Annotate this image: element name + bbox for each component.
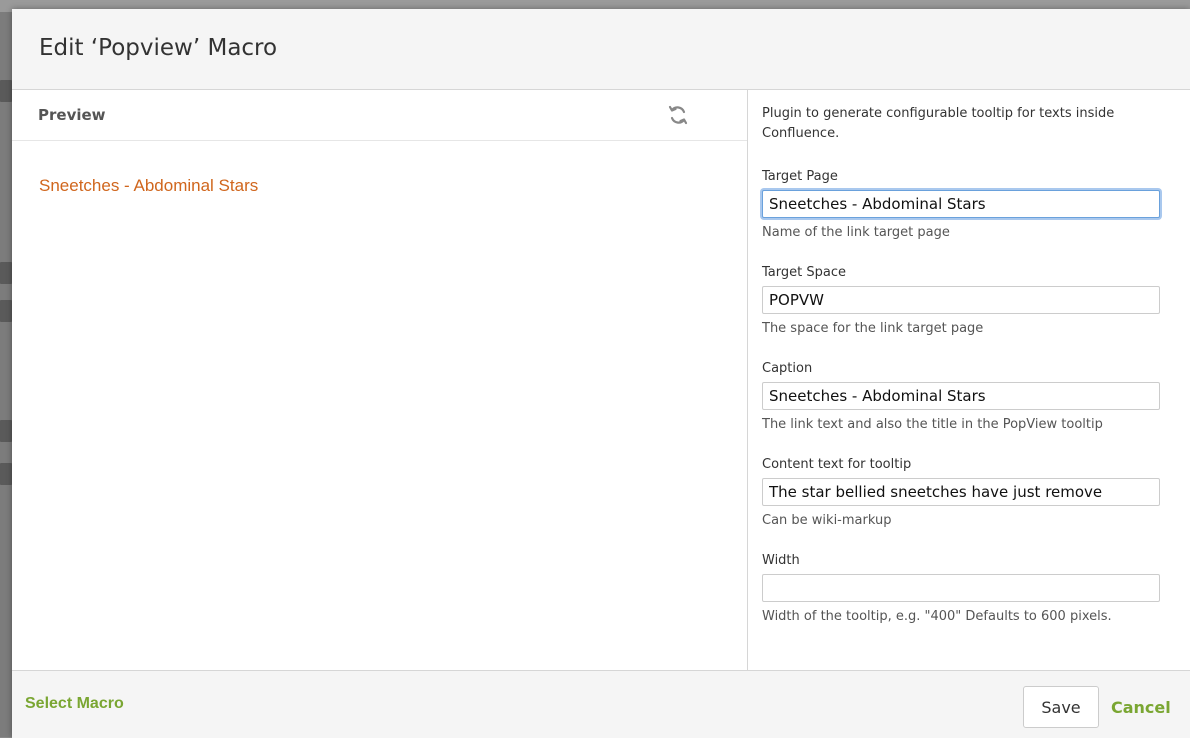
width-input[interactable] <box>762 574 1160 602</box>
target-space-param: Target Space The space for the link targ… <box>762 264 1162 338</box>
cancel-link[interactable]: Cancel <box>1111 698 1171 717</box>
target-page-label: Target Page <box>762 169 838 184</box>
preview-header: Preview <box>12 90 747 141</box>
parameters-pane: Plugin to generate configurable tooltip … <box>748 90 1190 670</box>
preview-link[interactable]: Sneetches - Abdominal Stars <box>39 176 258 196</box>
macro-dialog: Edit ‘Popview’ Macro Preview Sneetches -… <box>12 9 1190 738</box>
content-param: Content text for tooltip Can be wiki-mar… <box>762 456 1162 530</box>
content-input[interactable] <box>762 478 1160 506</box>
target-space-label: Target Space <box>762 265 846 280</box>
preview-pane: Preview Sneetches - Abdominal Stars <box>12 90 748 670</box>
backdrop-text-fragment <box>0 80 12 102</box>
macro-description: Plugin to generate configurable tooltip … <box>762 106 1115 141</box>
caption-help: The link text and also the title in the … <box>762 417 1103 432</box>
dialog-header: Edit ‘Popview’ Macro <box>12 9 1190 90</box>
caption-input[interactable] <box>762 382 1160 410</box>
save-button[interactable]: Save <box>1023 686 1099 728</box>
width-param: Width Width of the tooltip, e.g. "400" D… <box>762 552 1162 626</box>
select-macro-link[interactable]: Select Macro <box>25 695 124 713</box>
content-label: Content text for tooltip <box>762 457 912 472</box>
target-space-help: The space for the link target page <box>762 321 984 336</box>
target-space-input[interactable] <box>762 286 1160 314</box>
target-page-param: Target Page Name of the link target page <box>762 168 1162 242</box>
caption-param: Caption The link text and also the title… <box>762 360 1162 434</box>
dialog-footer: Select Macro Save Cancel <box>12 670 1190 738</box>
backdrop-text-fragment <box>0 463 12 485</box>
preview-label: Preview <box>38 106 106 124</box>
width-label: Width <box>762 553 800 568</box>
backdrop-text-fragment <box>0 262 12 284</box>
target-page-input[interactable] <box>762 190 1160 218</box>
backdrop-text-fragment <box>0 420 12 442</box>
backdrop-text-fragment <box>0 300 12 322</box>
caption-label: Caption <box>762 361 813 376</box>
width-help: Width of the tooltip, e.g. "400" Default… <box>762 609 1112 624</box>
dialog-title: Edit ‘Popview’ Macro <box>39 35 278 61</box>
target-page-help: Name of the link target page <box>762 225 950 240</box>
content-help: Can be wiki-markup <box>762 513 892 528</box>
refresh-icon[interactable] <box>667 104 689 126</box>
